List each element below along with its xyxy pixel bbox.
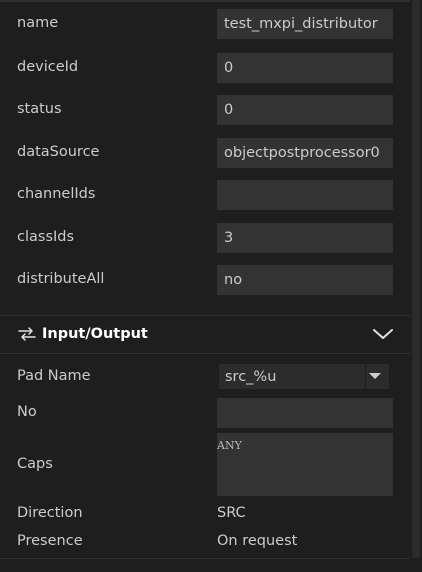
channel-ids-field[interactable] — [217, 180, 393, 210]
top-border — [0, 0, 410, 2]
pad-name-value: src_%u — [225, 369, 277, 385]
bottom-divider — [0, 558, 410, 559]
name-field[interactable]: test_mxpi_distributor — [217, 9, 393, 39]
presence-value: On request — [217, 533, 298, 549]
direction-value: SRC — [217, 505, 246, 521]
device-id-label: deviceId — [17, 59, 79, 75]
no-field[interactable] — [217, 398, 393, 428]
name-label: name — [17, 15, 59, 31]
properties-panel: name test_mxpi_distributor deviceId 0 st… — [0, 0, 410, 572]
class-ids-label: classIds — [17, 229, 75, 245]
distribute-all-label: distributeAll — [17, 271, 105, 287]
no-label: No — [17, 404, 37, 420]
data-source-label: dataSource — [17, 144, 100, 160]
distribute-all-field[interactable]: no — [217, 265, 393, 295]
dropdown-arrow-icon[interactable] — [368, 372, 382, 380]
input-output-icon — [18, 327, 36, 341]
caps-label: Caps — [17, 456, 53, 472]
caps-textarea[interactable]: ANY — [217, 433, 393, 496]
section-divider-top — [0, 315, 410, 316]
pad-name-label: Pad Name — [17, 368, 91, 384]
device-id-field[interactable]: 0 — [217, 53, 393, 83]
direction-label: Direction — [17, 505, 83, 521]
select-separator — [365, 364, 366, 389]
scrollbar-thumb[interactable] — [412, 0, 420, 558]
input-output-title: Input/Output — [42, 326, 148, 342]
status-field[interactable]: 0 — [217, 95, 393, 125]
chevron-down-icon[interactable] — [372, 327, 394, 341]
data-source-field[interactable]: objectpostprocessor0 — [217, 138, 393, 168]
section-divider-bottom — [0, 353, 410, 354]
channel-ids-label: channelIds — [17, 186, 96, 202]
presence-label: Presence — [17, 533, 83, 549]
class-ids-field[interactable]: 3 — [217, 223, 393, 253]
status-label: status — [17, 101, 62, 117]
